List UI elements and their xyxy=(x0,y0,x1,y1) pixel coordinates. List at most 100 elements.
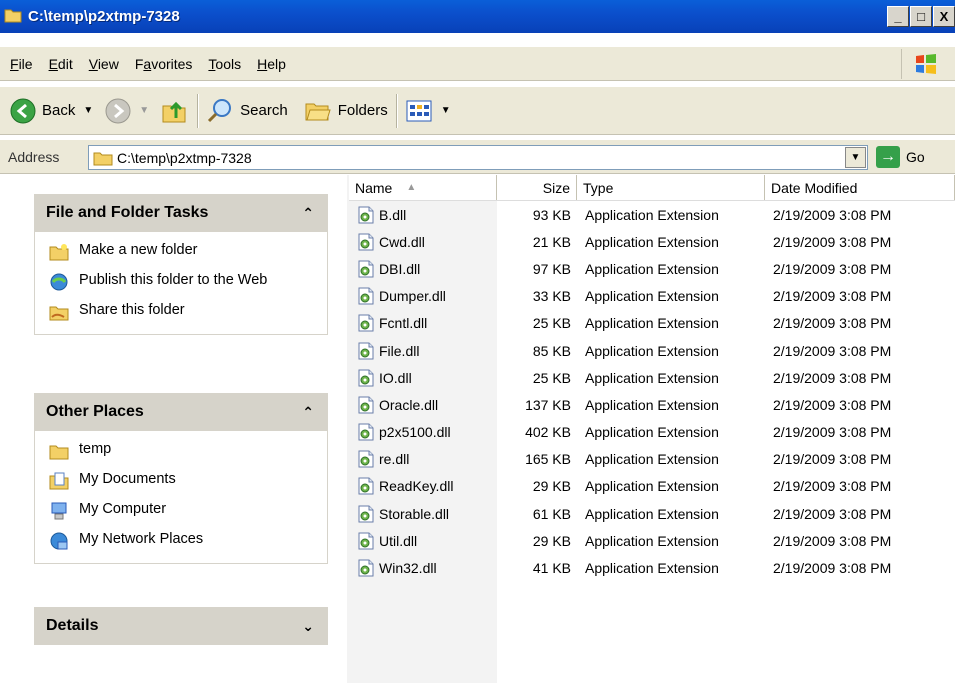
dll-file-icon xyxy=(357,314,375,332)
collapse-chevron-icon[interactable]: ⌃ xyxy=(302,404,314,421)
file-name-cell[interactable]: Oracle.dll xyxy=(349,396,497,414)
my-computer-icon xyxy=(49,501,69,521)
column-header-name[interactable]: Name ▲ xyxy=(349,175,497,200)
task-label: Make a new folder xyxy=(79,242,198,258)
menu-edit[interactable]: Edit xyxy=(49,56,73,72)
task-make-new-folder[interactable]: Make a new folder xyxy=(49,242,315,262)
column-header-date[interactable]: Date Modified xyxy=(765,175,955,200)
sort-ascending-icon: ▲ xyxy=(406,182,417,193)
windows-logo-icon xyxy=(901,49,949,79)
folders-label: Folders xyxy=(337,102,388,119)
file-row[interactable]: Storable.dll 61 KB Application Extension 2/… xyxy=(349,500,955,527)
file-row[interactable]: Win32.dll 41 KB Application Extension 2/19/… xyxy=(349,554,955,581)
search-label: Search xyxy=(240,102,288,119)
close-button[interactable]: X xyxy=(933,6,955,27)
place-label: My Computer xyxy=(79,501,167,517)
file-name-cell[interactable]: B.dll xyxy=(349,206,497,224)
network-places-icon xyxy=(49,531,69,551)
views-button[interactable]: ▼ xyxy=(405,99,451,123)
file-row[interactable]: IO.dll 25 KB Application Extension 2/19/200… xyxy=(349,364,955,391)
file-row[interactable]: p2x5100.dll 402 KB Application Extension 2/… xyxy=(349,419,955,446)
file-row[interactable]: Oracle.dll 137 KB Application Extension 2/1… xyxy=(349,391,955,418)
task-publish-web[interactable]: Publish this folder to the Web xyxy=(49,272,315,292)
file-size: 97 KB xyxy=(532,260,571,277)
task-pane: File and Folder Tasks ⌃ Make a new folde… xyxy=(0,175,347,683)
menu-favorites[interactable]: Favorites xyxy=(135,56,193,72)
address-input[interactable]: C:\temp\p2xtmp-7328 ▼ xyxy=(88,145,868,170)
place-my-computer[interactable]: My Computer xyxy=(49,501,315,521)
column-header-type[interactable]: Type xyxy=(577,175,765,200)
file-type: Application Extension xyxy=(585,451,719,468)
file-name: File.dll xyxy=(379,342,420,359)
file-name-cell[interactable]: re.dll xyxy=(349,450,497,468)
file-type: Application Extension xyxy=(585,505,719,522)
folder-icon xyxy=(93,152,113,165)
column-header-size[interactable]: Size xyxy=(497,175,577,200)
folders-button[interactable]: Folders xyxy=(304,98,388,124)
panel-title: Details xyxy=(46,617,99,634)
file-row[interactable]: ReadKey.dll 29 KB Application Extension 2/1… xyxy=(349,473,955,500)
file-name-cell[interactable]: p2x5100.dll xyxy=(349,423,497,441)
back-dropdown-icon[interactable]: ▼ xyxy=(83,105,93,116)
collapse-chevron-icon[interactable]: ⌃ xyxy=(302,205,314,222)
file-row[interactable]: Fcntl.dll 25 KB Application Extension 2/19/… xyxy=(349,310,955,337)
title-bar[interactable]: C:\temp\p2xtmp-7328 _ □ X xyxy=(0,0,955,33)
forward-button[interactable]: ▼ xyxy=(105,98,149,124)
maximize-button[interactable]: □ xyxy=(910,6,932,27)
file-row[interactable]: DBI.dll 97 KB Application Extension 2/19/20… xyxy=(349,255,955,282)
file-folder-tasks-header[interactable]: File and Folder Tasks ⌃ xyxy=(34,194,328,232)
file-name-cell[interactable]: File.dll xyxy=(349,342,497,360)
file-row[interactable]: re.dll 165 KB Application Extension 2/19/20… xyxy=(349,446,955,473)
go-button[interactable]: → Go xyxy=(876,146,925,168)
details-header[interactable]: Details ⌄ xyxy=(34,607,328,645)
file-date: 2/19/2009 3:08 PM xyxy=(773,505,892,522)
file-row[interactable]: File.dll 85 KB Application Extension 2/19/2… xyxy=(349,337,955,364)
menu-view[interactable]: View xyxy=(89,56,119,72)
file-name-cell[interactable]: Fcntl.dll xyxy=(349,314,497,332)
file-date: 2/19/2009 3:08 PM xyxy=(773,424,892,441)
menu-help[interactable]: Help xyxy=(257,56,286,72)
other-places-header[interactable]: Other Places ⌃ xyxy=(34,393,328,431)
file-name-cell[interactable]: IO.dll xyxy=(349,369,497,387)
file-size: 25 KB xyxy=(532,315,571,332)
expand-chevron-icon[interactable]: ⌄ xyxy=(302,618,314,635)
place-my-documents[interactable]: My Documents xyxy=(49,471,315,491)
file-name-cell[interactable]: Dumper.dll xyxy=(349,287,497,305)
file-name-cell[interactable]: Win32.dll xyxy=(349,559,497,577)
menu-file[interactable]: File xyxy=(10,56,33,72)
address-dropdown-button[interactable]: ▼ xyxy=(845,147,866,168)
file-date: 2/19/2009 3:08 PM xyxy=(773,342,892,359)
file-date: 2/19/2009 3:08 PM xyxy=(773,560,892,577)
views-icon xyxy=(406,100,432,121)
menu-bar: File Edit View Favorites Tools Help xyxy=(0,47,955,81)
file-type: Application Extension xyxy=(585,396,719,413)
file-type: Application Extension xyxy=(585,369,719,386)
file-date: 2/19/2009 3:08 PM xyxy=(773,206,892,223)
file-size: 85 KB xyxy=(532,342,571,359)
search-icon xyxy=(208,98,232,122)
views-dropdown-icon[interactable]: ▼ xyxy=(441,105,451,116)
task-share-folder[interactable]: Share this folder xyxy=(49,302,315,322)
task-label: Share this folder xyxy=(79,302,185,318)
place-my-network-places[interactable]: My Network Places xyxy=(49,531,315,551)
file-name-cell[interactable]: DBI.dll xyxy=(349,260,497,278)
file-name: Dumper.dll xyxy=(379,288,446,305)
file-name-cell[interactable]: Cwd.dll xyxy=(349,233,497,251)
file-row[interactable]: Util.dll 29 KB Application Extension 2/19/2… xyxy=(349,527,955,554)
menu-tools[interactable]: Tools xyxy=(208,56,241,72)
file-row[interactable]: B.dll 93 KB Application Extension 2/19/2009… xyxy=(349,201,955,228)
up-folder-button[interactable] xyxy=(161,98,189,124)
place-temp[interactable]: temp xyxy=(49,441,315,461)
file-name-cell[interactable]: Util.dll xyxy=(349,532,497,550)
back-button[interactable]: Back ▼ xyxy=(10,98,93,124)
file-name: B.dll xyxy=(379,206,407,223)
file-name-cell[interactable]: ReadKey.dll xyxy=(349,477,497,495)
search-button[interactable]: Search xyxy=(206,98,288,124)
file-name-cell[interactable]: Storable.dll xyxy=(349,505,497,523)
minimize-button[interactable]: _ xyxy=(887,6,909,27)
dll-file-icon xyxy=(357,396,375,414)
file-row[interactable]: Cwd.dll 21 KB Application Extension 2/19/20… xyxy=(349,228,955,255)
file-row[interactable]: Dumper.dll 33 KB Application Extension 2/19… xyxy=(349,283,955,310)
file-date: 2/19/2009 3:08 PM xyxy=(773,315,892,332)
forward-dropdown-icon[interactable]: ▼ xyxy=(139,105,149,116)
